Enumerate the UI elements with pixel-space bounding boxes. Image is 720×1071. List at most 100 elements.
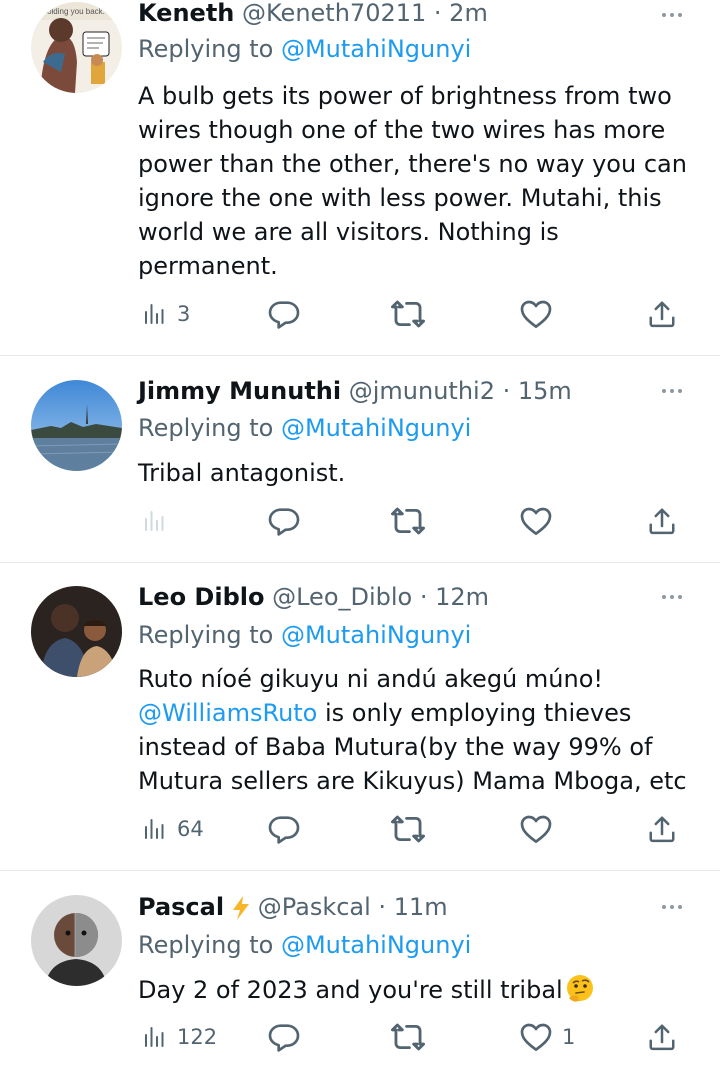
share-button[interactable] — [647, 1017, 677, 1057]
more-dots-icon[interactable] — [656, 582, 688, 612]
lightning-emoji — [232, 896, 249, 920]
heart-icon — [520, 298, 552, 330]
like-button[interactable]: 1 — [520, 1017, 575, 1057]
share-upload-icon — [647, 814, 677, 844]
mention-link[interactable]: @MutahiNgunyi — [281, 414, 471, 442]
like-button[interactable] — [520, 294, 552, 334]
separator-dot: · — [495, 377, 518, 405]
tweet-header: Keneth @Keneth70211 · 2m — [138, 0, 650, 28]
timestamp[interactable]: 15m — [518, 377, 572, 405]
replying-to-label: Replying to — [138, 621, 281, 649]
tweet-text-span: is only employing thieves — [317, 699, 632, 727]
mention-link[interactable]: @MutahiNgunyi — [281, 621, 471, 649]
replying-to: Replying to @MutahiNgunyi — [138, 930, 471, 960]
replying-to: Replying to @MutahiNgunyi — [138, 34, 471, 64]
mention-link[interactable]: @MutahiNgunyi — [281, 35, 471, 63]
tweet-text-line: Tribal antagonist. — [138, 459, 346, 487]
share-button[interactable] — [647, 501, 677, 541]
action-bar — [0, 501, 720, 541]
tweet-header: Pascal @Paskcal · 11m — [138, 892, 650, 922]
display-name[interactable]: Leo Diblo — [138, 583, 264, 611]
tweet-card[interactable]: Leo Diblo @Leo_Diblo · 12m Replying to @… — [0, 563, 720, 871]
separator-dot: · — [426, 0, 450, 27]
retweet-button[interactable] — [391, 294, 425, 334]
more-dots-icon[interactable] — [656, 892, 688, 922]
tweet-header: Jimmy Munuthi @jmunuthi2 · 15m — [138, 376, 650, 406]
timestamp[interactable]: 12m — [435, 583, 489, 611]
display-name[interactable]: Pascal — [138, 893, 224, 921]
reply-button[interactable] — [268, 1017, 300, 1057]
heart-icon — [520, 813, 552, 845]
reply-button[interactable] — [268, 294, 300, 334]
share-upload-icon — [647, 1022, 677, 1052]
bar-chart-icon — [143, 817, 167, 841]
replying-to-label: Replying to — [138, 35, 281, 63]
heart-icon — [520, 505, 552, 537]
avatar[interactable]: olding you back. — [31, 2, 122, 93]
speech-bubble-icon — [268, 298, 300, 330]
share-upload-icon — [647, 299, 677, 329]
tweet-text-line: world we are all visitors. Nothing is — [138, 218, 559, 246]
share-button[interactable] — [647, 294, 677, 334]
tweet-text-line: power than the other, there's no way you… — [138, 150, 687, 178]
tweet-text-line: Mutura sellers are Kikuyus) Mama Mboga, … — [138, 767, 687, 795]
timestamp[interactable]: 2m — [449, 0, 488, 27]
mention-link[interactable]: @WilliamsRuto — [138, 699, 317, 727]
bar-chart-icon — [143, 509, 167, 533]
reply-button[interactable] — [268, 809, 300, 849]
user-handle[interactable]: @Leo_Diblo — [272, 583, 412, 611]
retweet-icon — [391, 297, 425, 331]
share-button[interactable] — [647, 809, 677, 849]
tweet-header: Leo Diblo @Leo_Diblo · 12m — [138, 582, 650, 612]
views-button[interactable]: 3 — [143, 294, 190, 334]
tweet-text-span: Day 2 of 2023 and you're still tribal — [138, 976, 563, 1004]
user-handle[interactable]: @Keneth70211 — [242, 0, 426, 27]
share-upload-icon — [647, 506, 677, 536]
timestamp[interactable]: 11m — [394, 893, 448, 921]
tweet-card[interactable]: olding you back. Keneth @Keneth70211 · 2… — [0, 0, 720, 356]
avatar[interactable] — [31, 380, 122, 471]
views-button[interactable]: 64 — [143, 809, 204, 849]
display-name[interactable]: Keneth — [138, 0, 234, 27]
retweet-button[interactable] — [391, 501, 425, 541]
tweet-text-line: @WilliamsRuto is only employing thieves — [138, 696, 698, 730]
speech-bubble-icon — [268, 813, 300, 845]
tweet-text: Tribal antagonist. — [138, 456, 698, 490]
action-bar: 3 — [0, 294, 720, 334]
views-count: 3 — [177, 302, 191, 326]
retweet-icon — [391, 504, 425, 538]
more-dots-icon[interactable] — [656, 0, 688, 30]
display-name[interactable]: Jimmy Munuthi — [138, 377, 341, 405]
bar-chart-icon — [143, 302, 167, 326]
mention-link[interactable]: @MutahiNgunyi — [281, 931, 471, 959]
like-button[interactable] — [520, 501, 552, 541]
tweet-text-line: instead of Baba Mutura(by the way 99% of — [138, 733, 653, 761]
heart-icon — [520, 1021, 552, 1053]
retweet-button[interactable] — [391, 1017, 425, 1057]
separator-dot: · — [412, 583, 436, 611]
user-handle[interactable]: @jmunuthi2 — [349, 377, 495, 405]
replying-to: Replying to @MutahiNgunyi — [138, 413, 471, 443]
tweet-text-line: Ruto níoé gikuyu ni andú akegú múno! — [138, 665, 603, 693]
tweet-text-line: A bulb gets its power of brightness from… — [138, 82, 672, 110]
retweet-button[interactable] — [391, 809, 425, 849]
reply-button[interactable] — [268, 501, 300, 541]
speech-bubble-icon — [268, 505, 300, 537]
tweet-text: A bulb gets its power of brightness from… — [138, 79, 698, 283]
avatar-caption: olding you back. — [47, 7, 105, 16]
views-button[interactable]: 122 — [143, 1017, 217, 1057]
tweet-card[interactable]: Jimmy Munuthi @jmunuthi2 · 15m Replying … — [0, 356, 720, 563]
views-button[interactable] — [143, 501, 167, 541]
user-handle[interactable]: @Paskcal — [258, 893, 371, 921]
tweet-card[interactable]: Pascal @Paskcal · 11m Replying to @Mutah… — [0, 871, 720, 1071]
speech-bubble-icon — [268, 1021, 300, 1053]
more-dots-icon[interactable] — [656, 376, 688, 406]
avatar[interactable] — [31, 895, 122, 986]
separator-dot: · — [370, 893, 394, 921]
bar-chart-icon — [143, 1025, 167, 1049]
tweet-text-line: permanent. — [138, 252, 278, 280]
avatar[interactable] — [31, 586, 122, 677]
like-button[interactable] — [520, 809, 552, 849]
tweet-text-line: Day 2 of 2023 and you're still tribal — [138, 973, 698, 1007]
thinking-face-emoji — [566, 975, 593, 1002]
